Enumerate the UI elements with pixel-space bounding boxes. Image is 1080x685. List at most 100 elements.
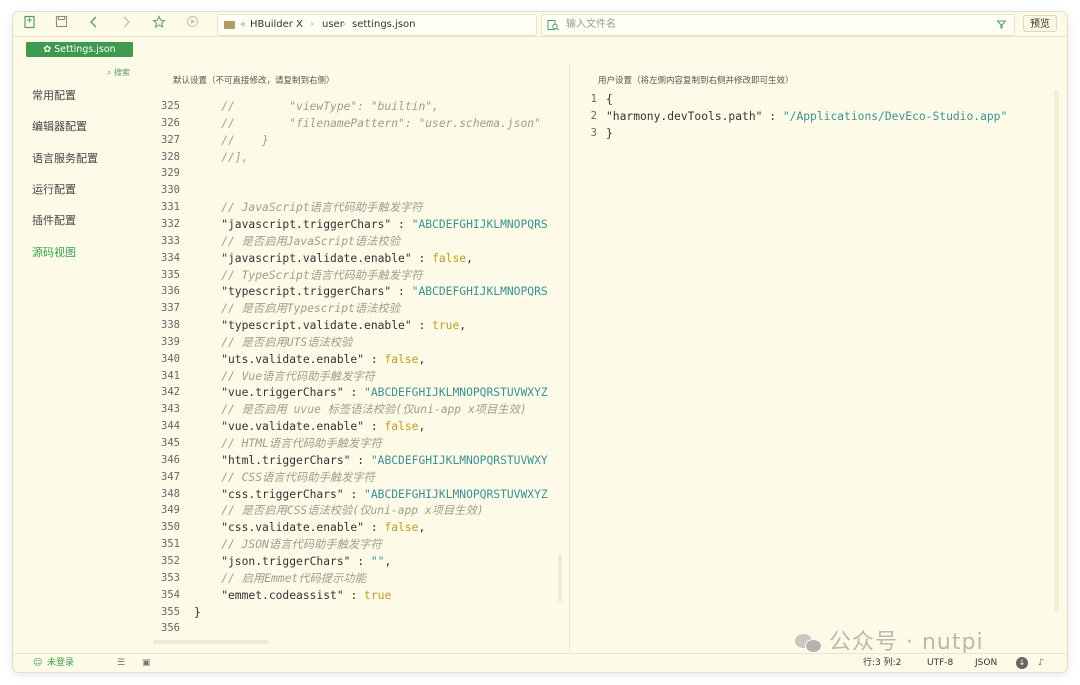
token-punct: : [343,588,365,602]
sidebar-item-common[interactable]: 常用配置 [32,87,76,103]
bell-icon[interactable]: ♪ [1038,654,1044,672]
login-status[interactable]: 未登录 [47,654,74,672]
token-punct: : [343,487,365,501]
token-punct: : [364,352,385,366]
line-number: 328 [161,150,180,163]
token-key: "vue.validate.enable" [194,420,365,434]
code-text: // "viewType": "builtin", [194,98,439,115]
line-number: 356 [161,622,180,635]
token-punct: , [459,319,467,333]
token-key: "typescript.triggerChars" [194,285,392,299]
token-key: "harmony.devTools.path" [606,109,763,123]
token-comment: // 启用Emmet代码提示功能 [194,571,366,585]
encoding[interactable]: UTF-8 [927,654,953,672]
token-punct: : [350,453,371,467]
cursor-position[interactable]: 行:3 列:2 [863,654,901,672]
line-number: 334 [161,251,180,264]
token-str: "ABCDEFGHIJKLMNOPQRS [411,285,548,299]
download-icon[interactable]: ↓ [1016,657,1028,669]
preview-button[interactable]: 预览 [1023,15,1057,32]
line-number: 351 [161,538,180,551]
token-str: "" [370,554,385,568]
sidebar-search-link[interactable]: ⌕ 搜索 [107,67,130,78]
line-number: 353 [161,571,180,584]
line-number: 346 [161,453,180,466]
token-comment: // 是否启用UTS语法校验 [194,335,353,349]
back-icon[interactable] [85,15,103,33]
wechat-logo-icon [795,632,822,653]
sidebar-item-source-view[interactable]: 源码视图 [32,244,76,260]
line-number: 345 [161,437,180,449]
code-text: "css.validate.enable" : false, [194,519,425,536]
line-number: 355 [161,605,180,618]
code-text: "json.triggerChars" : "", [194,553,391,570]
tab-settings-json[interactable]: ✿ Settings.json [26,42,133,57]
code-text: // 是否启用JavaScript语法校验 [194,233,400,250]
app-window: « HBuilder X › user › settings.json 预览 ✿… [13,12,1067,672]
token-comment: // 是否启用Typescript语法校验 [194,302,400,316]
token-comment: // JavaScript语言代码助手触发字符 [194,201,423,215]
line-number: 327 [161,133,180,146]
line-number: 2 [590,109,597,122]
line-number: 339 [161,335,180,348]
token-key: "html.triggerChars" [194,453,351,467]
sidebar-item-language-service[interactable]: 语言服务配置 [32,150,98,166]
run-icon[interactable] [183,15,201,33]
token-key: "vue.triggerChars" [194,386,344,400]
terminal-icon[interactable]: ▣ [142,654,151,672]
token-str: "ABCDEFGHIJKLMNOPQRS [411,217,548,231]
code-text: // HTML语言代码助手触发字符 [194,435,382,452]
default-settings-editor[interactable]: 325 // "viewType": "builtin", 326 // "fil… [146,98,568,654]
file-search-input[interactable] [566,16,966,32]
token-kw: true [432,319,460,333]
token-kw: true [364,588,392,602]
token-punct: : [762,109,783,123]
token-punct: : [411,251,433,265]
token-key: "json.triggerChars" [194,554,351,568]
code-text: "emmet.codeassist" : true [194,587,391,604]
breadcrumb-item-file[interactable]: settings.json [352,15,416,35]
code-text: "vue.validate.enable" : false, [194,418,425,435]
user-settings-editor[interactable]: 1 {2 "harmony.devTools.path" : "/Applicati… [579,91,1049,151]
status-bar: ☺ 未登录 ☰ ▣ 行:3 列:2 UTF-8 JSON ↓ ♪ [13,653,1067,672]
line-number: 354 [161,588,180,601]
line-number: 347 [161,470,180,483]
pane-divider[interactable] [569,64,570,652]
line-number: 338 [161,319,180,332]
token-comment: // Vue语言代码助手触发字符 [194,369,375,383]
breadcrumb-item-hbuilder[interactable]: HBuilder X [250,15,303,35]
star-icon[interactable] [150,15,168,33]
token-punct: : [343,386,365,400]
gear-icon: ✿ [43,44,52,55]
line-number: 325 [161,100,180,112]
sidebar-item-editor[interactable]: 编辑器配置 [32,118,87,134]
token-kw: false [432,251,467,265]
outline-icon[interactable]: ☰ [117,654,125,672]
code-text: // 是否启用UTS语法校验 [194,334,352,351]
breadcrumb-item-user[interactable]: user [322,15,344,35]
breadcrumb-chevron-icon: › [310,19,314,30]
left-editor-hscrollbar[interactable] [153,640,269,644]
sidebar-item-run[interactable]: 运行配置 [32,181,76,197]
line-number: 344 [161,420,180,433]
forward-icon[interactable] [117,15,135,33]
token-key: "css.validate.enable" [194,521,365,535]
code-text: { [606,91,613,108]
filter-icon[interactable] [996,15,1007,37]
token-kw: false [384,420,419,434]
line-number: 352 [161,554,180,567]
token-comment: // HTML语言代码助手触发字符 [194,437,382,450]
save-icon[interactable] [52,15,70,33]
right-editor-vscrollbar[interactable] [1054,90,1059,612]
line-number: 336 [161,285,180,298]
token-comment: //], [194,150,249,164]
code-text: // } [194,132,269,149]
sidebar-item-plugins[interactable]: 插件配置 [32,212,76,228]
new-file-icon[interactable] [21,15,39,33]
code-text: } [194,604,201,621]
language-mode[interactable]: JSON [975,654,997,672]
breadcrumb-chevron-icon: › [342,19,346,30]
left-editor-vscrollbar[interactable] [558,555,562,602]
line-number: 342 [161,386,180,399]
tab-label: Settings.json [54,44,116,55]
